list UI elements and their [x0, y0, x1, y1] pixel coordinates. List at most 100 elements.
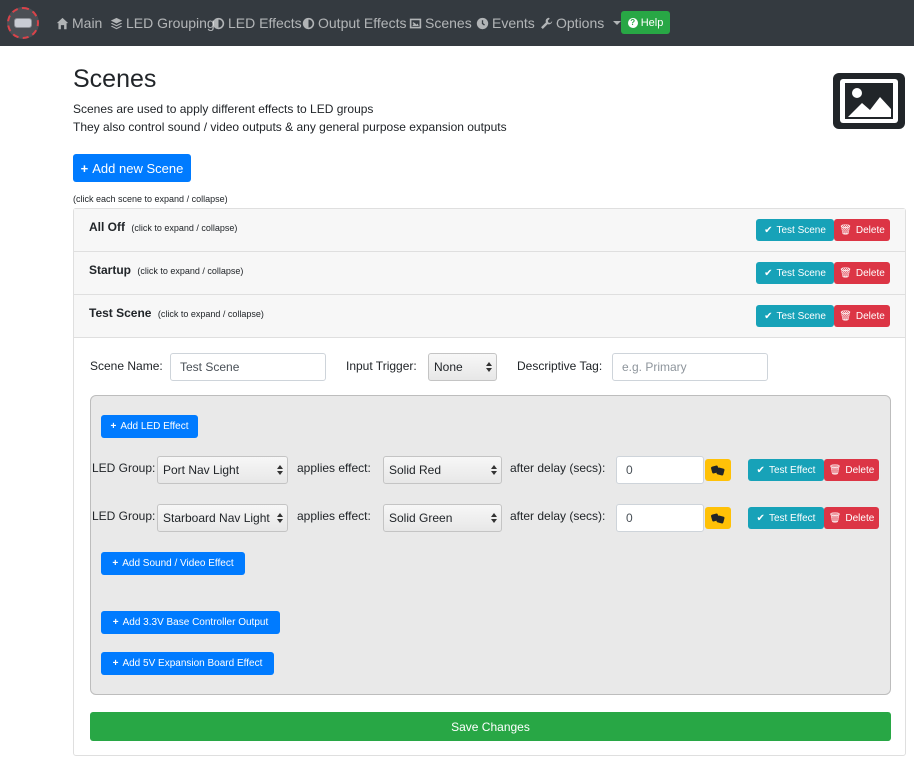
effect-value: Solid Green [389, 511, 453, 525]
nav-scenes-label: Scenes [425, 15, 472, 31]
scene-header-all-off[interactable]: All Off (click to expand / collapse) ✔ T… [74, 209, 905, 252]
help-label: Help [640, 16, 664, 29]
test-scene-button[interactable]: ✔ Test Scene [756, 305, 834, 327]
trash-icon: 🗑 [839, 267, 852, 279]
scene-title: Test Scene (click to expand / collapse) [89, 306, 264, 320]
check-icon: ✔ [756, 512, 765, 524]
test-scene-button[interactable]: ✔ Test Scene [756, 262, 834, 284]
help-button[interactable]: ? Help [621, 11, 670, 34]
led-group-value: Port Nav Light [163, 463, 240, 477]
plus-icon: + [112, 558, 119, 569]
delay-input[interactable]: 0 [616, 456, 704, 484]
delete-effect-label: Delete [845, 512, 875, 524]
scene-header-test-scene[interactable]: Test Scene (click to expand / collapse) … [74, 295, 905, 338]
led-group-select[interactable]: Starboard Nav Light [157, 504, 288, 532]
scene-name: Startup [89, 263, 131, 277]
nav-output-effects[interactable]: Output Effects [302, 13, 406, 33]
expand-hint: (click each scene to expand / collapse) [73, 194, 228, 204]
clock-icon [476, 17, 489, 29]
nav-events[interactable]: Events [476, 13, 535, 33]
delete-scene-button[interactable]: 🗑 Delete [834, 305, 890, 327]
plus-icon: + [112, 617, 119, 628]
navbar: Main LED Grouping LED Effects Output Eff… [0, 0, 914, 46]
test-effect-label: Test Effect [768, 464, 816, 476]
check-icon: ✔ [764, 224, 773, 236]
add-expansion-label: Add 5V Expansion Board Effect [122, 658, 263, 669]
add-base-output-label: Add 3.3V Base Controller Output [122, 617, 269, 628]
half-circle-icon [302, 17, 315, 29]
trash-icon: 🗑 [828, 464, 842, 476]
image-icon [409, 18, 422, 28]
random-delay-button[interactable] [705, 459, 731, 481]
input-trigger-value: None [434, 360, 463, 374]
trash-icon: 🗑 [828, 512, 842, 524]
dice-icon [711, 513, 725, 524]
scene-title: Startup (click to expand / collapse) [89, 263, 243, 277]
delay-input[interactable]: 0 [616, 504, 704, 532]
add-base-controller-output-button[interactable]: + Add 3.3V Base Controller Output [101, 611, 280, 634]
scene-name-input[interactable]: Test Scene [170, 353, 326, 381]
delete-scene-button[interactable]: 🗑 Delete [834, 262, 890, 284]
scene-name: Test Scene [89, 306, 152, 320]
question-icon: ? [627, 17, 638, 28]
descriptive-tag-input[interactable]: e.g. Primary [612, 353, 768, 381]
select-arrows-icon [277, 465, 283, 475]
page-title: Scenes [73, 65, 157, 93]
select-arrows-icon [277, 513, 283, 523]
test-scene-button[interactable]: ✔ Test Scene [756, 219, 834, 241]
nav-led-effects[interactable]: LED Effects [212, 13, 302, 33]
input-trigger-label: Input Trigger: [346, 359, 417, 373]
effect-select[interactable]: Solid Red [383, 456, 502, 484]
scenes-image-icon [833, 73, 905, 129]
nav-led-grouping-label: LED Grouping [126, 15, 215, 31]
led-group-label: LED Group: [92, 509, 156, 523]
nav-options-dropdown[interactable]: Options [540, 13, 622, 33]
half-circle-icon [212, 17, 225, 29]
effect-select[interactable]: Solid Green [383, 504, 502, 532]
after-delay-label: after delay (secs): [510, 461, 606, 475]
random-delay-button[interactable] [705, 507, 731, 529]
delete-scene-label: Delete [855, 224, 885, 236]
scenes-accordion: All Off (click to expand / collapse) ✔ T… [73, 208, 906, 756]
plus-icon: + [80, 160, 89, 176]
add-new-scene-button[interactable]: + Add new Scene [73, 154, 191, 182]
scene-effects-panel: + Add LED Effect LED Group: Port Nav Lig… [90, 395, 891, 695]
test-scene-label: Test Scene [776, 310, 826, 322]
check-icon: ✔ [764, 267, 773, 279]
nav-main[interactable]: Main [56, 13, 102, 33]
nav-led-grouping[interactable]: LED Grouping [110, 13, 215, 33]
test-effect-button[interactable]: ✔ Test Effect [748, 459, 824, 481]
app-logo[interactable] [7, 7, 39, 39]
delete-scene-button[interactable]: 🗑 Delete [834, 219, 890, 241]
nav-scenes[interactable]: Scenes [409, 13, 472, 33]
delete-effect-button[interactable]: 🗑 Delete [824, 507, 879, 529]
select-arrows-icon [491, 465, 497, 475]
add-sound-video-effect-button[interactable]: + Add Sound / Video Effect [101, 552, 245, 575]
trash-icon: 🗑 [839, 224, 852, 236]
delete-scene-label: Delete [855, 267, 885, 279]
nav-output-effects-label: Output Effects [318, 15, 407, 31]
scene-header-startup[interactable]: Startup (click to expand / collapse) ✔ T… [74, 252, 905, 295]
test-effect-button[interactable]: ✔ Test Effect [748, 507, 824, 529]
applies-effect-label: applies effect: [297, 461, 371, 475]
add-led-effect-label: Add LED Effect [120, 421, 189, 432]
add-sound-video-label: Add Sound / Video Effect [122, 558, 234, 569]
input-trigger-select[interactable]: None [428, 353, 497, 381]
add-led-effect-button[interactable]: + Add LED Effect [101, 415, 198, 438]
nav-events-label: Events [492, 15, 535, 31]
select-arrows-icon [491, 513, 497, 523]
test-scene-label: Test Scene [776, 267, 826, 279]
layers-icon [110, 17, 123, 29]
delete-effect-label: Delete [845, 464, 875, 476]
led-group-select[interactable]: Port Nav Light [157, 456, 288, 484]
home-icon [56, 17, 69, 29]
test-effect-label: Test Effect [768, 512, 816, 524]
delete-effect-button[interactable]: 🗑 Delete [824, 459, 879, 481]
save-changes-button[interactable]: Save Changes [90, 712, 891, 741]
scene-subtitle: (click to expand / collapse) [157, 309, 264, 319]
plus-icon: + [110, 421, 117, 432]
nav-led-effects-label: LED Effects [228, 15, 302, 31]
add-expansion-board-effect-button[interactable]: + Add 5V Expansion Board Effect [101, 652, 274, 675]
scene-title: All Off (click to expand / collapse) [89, 220, 237, 234]
scene-name: All Off [89, 220, 125, 234]
